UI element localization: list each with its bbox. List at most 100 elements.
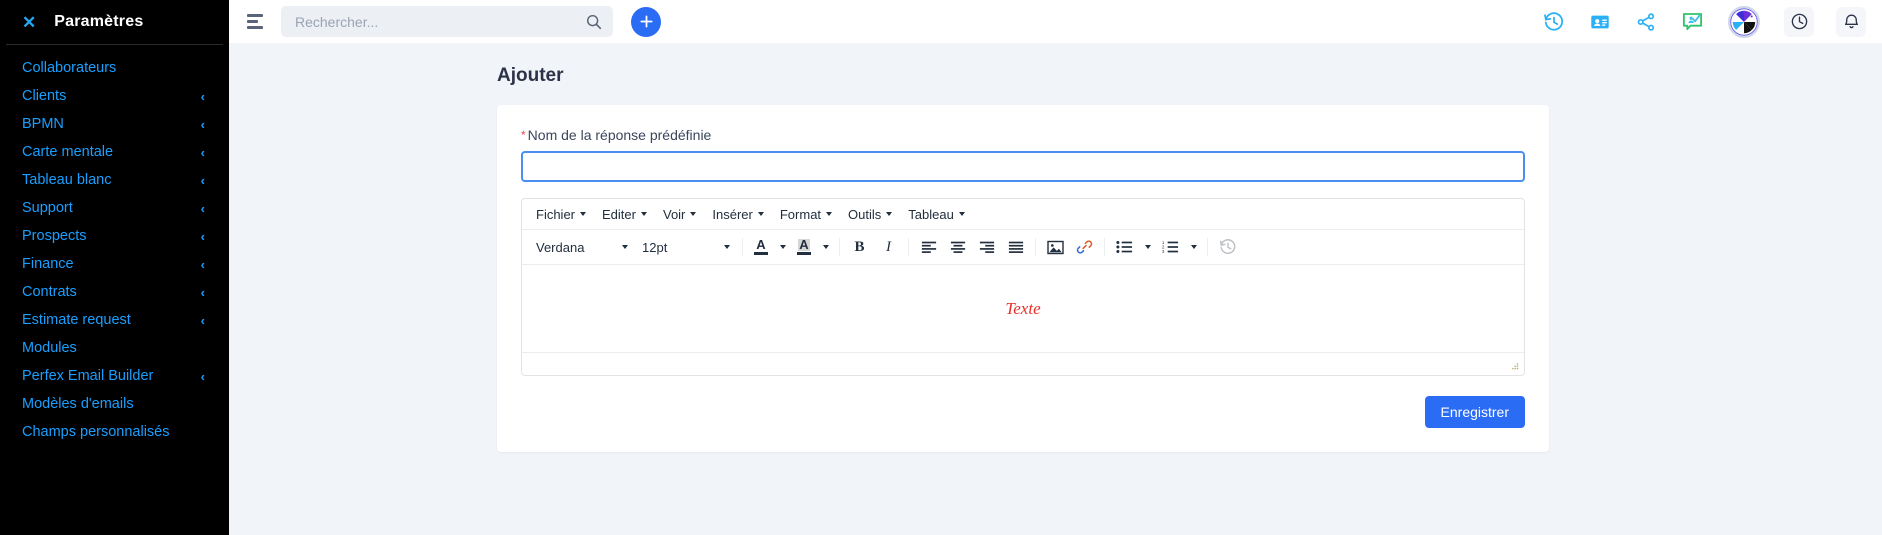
restore-draft-icon — [1214, 235, 1241, 260]
chevron-down-icon — [724, 245, 730, 249]
search-input[interactable] — [295, 13, 585, 30]
sidebar-item-label: Contrats — [22, 284, 77, 300]
sidebar-item-bpmn[interactable]: BPMN ‹ — [0, 110, 229, 138]
sidebar-item-tableau-blanc[interactable]: Tableau blanc ‹ — [0, 166, 229, 194]
settings-sidebar: ✕ Paramètres Collaborateurs Clients ‹ BP… — [0, 0, 229, 535]
menu-editer[interactable]: Editer — [594, 204, 655, 225]
sidebar-item-clients[interactable]: Clients ‹ — [0, 82, 229, 110]
main-area: Ajouter *Nom de la réponse prédéfinie Fi… — [229, 0, 1882, 535]
close-icon[interactable]: ✕ — [22, 14, 36, 31]
align-left-icon[interactable] — [915, 235, 942, 260]
menu-outils[interactable]: Outils — [840, 204, 900, 225]
resize-grip-icon[interactable] — [1509, 361, 1520, 372]
italic-icon[interactable]: I — [875, 235, 902, 260]
menu-fichier[interactable]: Fichier — [528, 204, 594, 225]
font-family-select[interactable]: Verdana — [530, 235, 634, 260]
hamburger-menu-icon[interactable] — [243, 9, 269, 35]
notifications-bell-icon[interactable] — [1836, 6, 1866, 37]
save-button[interactable]: Enregistrer — [1424, 396, 1525, 428]
name-field-label-text: Nom de la réponse prédéfinie — [527, 127, 712, 143]
chevron-down-icon — [690, 212, 697, 216]
menu-inserer[interactable]: Insérer — [704, 204, 771, 225]
menu-label: Tableau — [908, 206, 954, 222]
card-footer: Enregistrer — [521, 396, 1525, 428]
highlight-color-glyph: A — [798, 237, 810, 252]
sidebar-item-perfex-email-builder[interactable]: Perfex Email Builder ‹ — [0, 362, 229, 390]
search-icon[interactable] — [585, 13, 603, 31]
toolbar-separator — [908, 238, 909, 256]
text-color-dropdown[interactable] — [775, 235, 790, 260]
sidebar-item-label: Carte mentale — [22, 144, 114, 160]
sidebar-item-collaborateurs[interactable]: Collaborateurs — [0, 54, 229, 82]
chevron-left-icon: ‹ — [200, 144, 205, 160]
sidebar-item-label: Collaborateurs — [22, 60, 117, 76]
align-right-icon[interactable] — [973, 235, 1000, 260]
sidebar-item-champs-personnalises[interactable]: Champs personnalisés — [0, 418, 229, 446]
menu-label: Outils — [848, 206, 882, 222]
sidebar-item-support[interactable]: Support ‹ — [0, 194, 229, 222]
menu-tableau[interactable]: Tableau — [900, 204, 973, 225]
numbered-list-dropdown[interactable] — [1186, 235, 1201, 260]
menu-label: Voir — [662, 206, 686, 222]
sidebar-header: ✕ Paramètres — [0, 0, 229, 44]
font-size-value: 12pt — [642, 239, 668, 255]
sidebar-item-contrats[interactable]: Contrats ‹ — [0, 278, 229, 306]
sidebar-item-label: Modules — [22, 340, 77, 356]
toolbar-separator — [742, 238, 743, 256]
bullet-list-icon[interactable] — [1111, 235, 1138, 260]
align-justify-icon[interactable] — [1002, 235, 1029, 260]
insert-image-icon[interactable] — [1042, 235, 1069, 260]
bold-icon[interactable]: B — [846, 235, 873, 260]
toolbar-separator — [1104, 238, 1105, 256]
sidebar-item-finance[interactable]: Finance ‹ — [0, 250, 229, 278]
top-bar — [229, 0, 1882, 43]
chevron-down-icon — [886, 212, 893, 216]
highlight-color-icon[interactable]: A — [792, 235, 816, 260]
menu-voir[interactable]: Voir — [655, 204, 704, 225]
font-size-select[interactable]: 12pt — [636, 235, 736, 260]
search-box[interactable] — [281, 6, 613, 37]
history-icon[interactable] — [1542, 10, 1566, 34]
sidebar-item-modeles-emails[interactable]: Modèles d'emails — [0, 390, 229, 418]
toolbar-separator — [839, 238, 840, 256]
editor-menubar: Fichier Editer Voir Insérer Format Outil… — [522, 199, 1524, 230]
sidebar-item-estimate-request[interactable]: Estimate request ‹ — [0, 306, 229, 334]
numbered-list-icon[interactable]: 1 2 3 — [1157, 235, 1184, 260]
toolbar-separator — [1207, 238, 1208, 256]
chevron-left-icon: ‹ — [200, 312, 205, 328]
chevron-down-icon — [580, 212, 587, 216]
add-new-button[interactable] — [631, 6, 661, 37]
chevron-down-icon — [622, 245, 628, 249]
contact-card-icon[interactable] — [1588, 10, 1612, 34]
chevron-down-icon — [757, 212, 764, 216]
sidebar-item-carte-mentale[interactable]: Carte mentale ‹ — [0, 138, 229, 166]
sidebar-divider — [6, 44, 223, 45]
sidebar-item-prospects[interactable]: Prospects ‹ — [0, 222, 229, 250]
bullet-list-dropdown[interactable] — [1140, 235, 1155, 260]
sidebar-item-label: BPMN — [22, 116, 64, 132]
name-field-label: * Nom de la réponse prédéfinie — [521, 127, 1525, 143]
highlight-color-dropdown[interactable] — [818, 235, 833, 260]
share-icon[interactable] — [1634, 10, 1658, 34]
sidebar-item-modules[interactable]: Modules — [0, 334, 229, 362]
user-avatar[interactable] — [1728, 5, 1760, 38]
insert-link-icon[interactable] — [1071, 235, 1098, 260]
menu-label: Insérer — [712, 206, 753, 222]
chevron-down-icon — [1190, 245, 1197, 249]
chevron-down-icon — [779, 245, 786, 249]
predefined-reply-name-input[interactable] — [521, 151, 1525, 182]
clock-icon[interactable] — [1784, 6, 1814, 37]
align-center-icon[interactable] — [944, 235, 971, 260]
menu-format[interactable]: Format — [772, 204, 840, 225]
rich-text-editor: Fichier Editer Voir Insérer Format Outil… — [521, 198, 1525, 376]
content-area: Ajouter * Nom de la réponse prédéfinie Fi… — [229, 43, 1882, 535]
sidebar-item-label: Tableau blanc — [22, 172, 112, 188]
sidebar-item-label: Estimate request — [22, 312, 131, 328]
text-color-icon[interactable]: A — [749, 235, 773, 260]
sidebar-item-label: Perfex Email Builder — [22, 368, 154, 384]
editor-content-area[interactable]: Texte — [522, 265, 1524, 352]
menu-label: Editer — [602, 206, 636, 222]
sidebar-item-label: Prospects — [22, 228, 87, 244]
chat-approved-icon[interactable] — [1680, 10, 1704, 34]
chevron-down-icon — [640, 212, 647, 216]
